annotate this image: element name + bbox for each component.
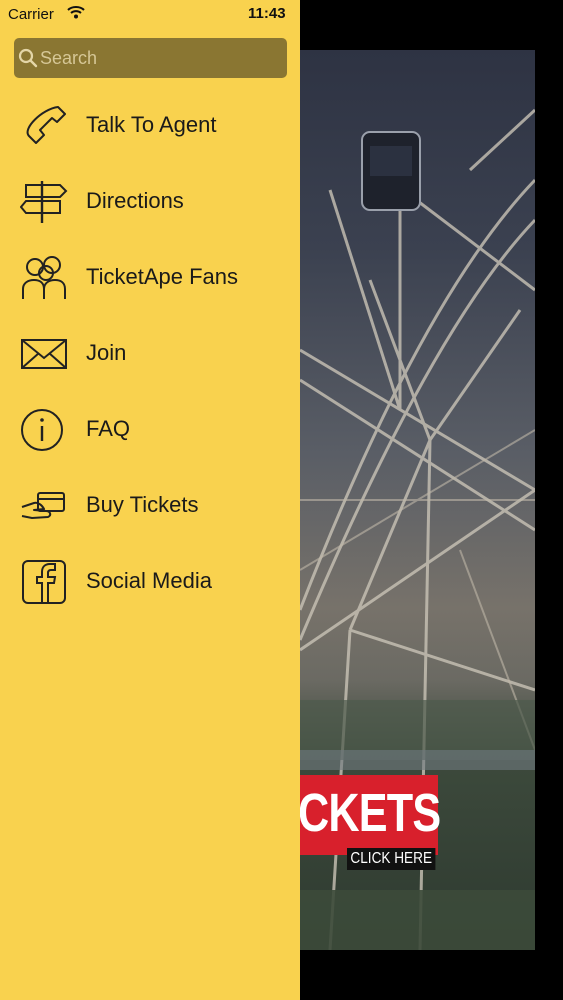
menu-label: Directions <box>86 188 184 213</box>
wifi-icon <box>67 5 85 23</box>
tickets-banner[interactable]: CKETS <box>300 775 441 855</box>
menu-item-faq[interactable]: FAQ <box>0 392 300 468</box>
menu-item-directions[interactable]: Directions <box>0 164 300 240</box>
banner-text: CKETS <box>300 783 441 843</box>
menu-label: Talk To Agent <box>86 112 217 137</box>
users-icon <box>20 255 68 301</box>
menu-item-talk-to-agent[interactable]: Talk To Agent <box>0 88 300 164</box>
menu-item-buy-tickets[interactable]: Buy Tickets <box>0 468 300 544</box>
info-icon <box>20 407 68 453</box>
menu-label: FAQ <box>86 416 131 441</box>
search-input[interactable] <box>40 38 280 78</box>
facebook-icon <box>20 559 68 605</box>
search-icon <box>18 48 38 73</box>
status-bar: Carrier 11:43 <box>0 0 563 30</box>
menu-item-social-media[interactable]: Social Media <box>0 544 300 620</box>
drawer-menu: Talk To Agent Directions TicketApe Fans … <box>0 88 300 620</box>
phone-icon <box>20 103 68 149</box>
menu-label: Join <box>86 340 127 365</box>
search-bar[interactable] <box>14 38 287 78</box>
menu-label: Social Media <box>86 568 212 593</box>
click-here-button[interactable]: CLICK HERE <box>347 848 436 870</box>
card-payment-icon <box>20 483 68 529</box>
menu-item-join[interactable]: Join <box>0 316 300 392</box>
menu-label: TicketApe Fans <box>86 264 239 289</box>
clock-time: 11:43 <box>248 5 286 22</box>
ferris-wheel-photo: CKETS CLICK HERE <box>300 50 535 950</box>
menu-label: Buy Tickets <box>86 492 199 517</box>
carrier-label: Carrier <box>8 6 54 23</box>
envelope-icon <box>20 331 68 377</box>
side-drawer: Talk To Agent Directions TicketApe Fans … <box>0 0 300 1000</box>
menu-item-ticketape-fans[interactable]: TicketApe Fans <box>0 240 300 316</box>
signpost-icon <box>19 179 68 225</box>
